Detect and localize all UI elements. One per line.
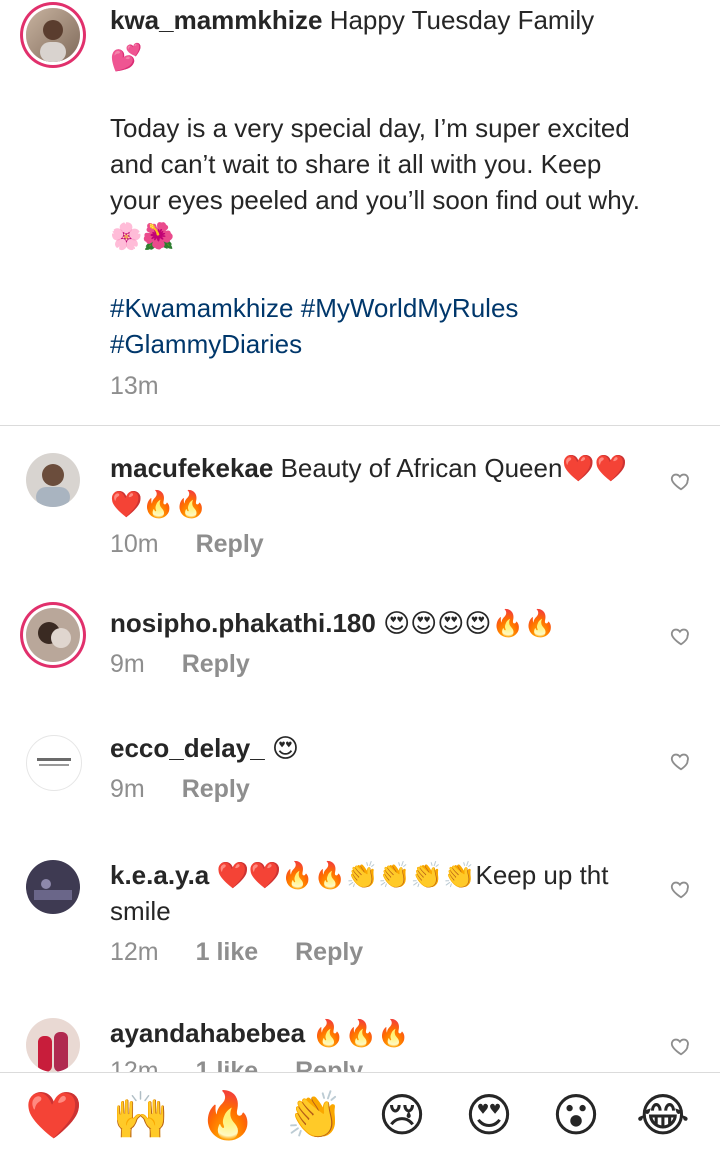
comment-text: 😍: [271, 733, 300, 763]
avatar[interactable]: [26, 608, 80, 662]
like-heart-icon[interactable]: [670, 1035, 692, 1057]
comment-time: 9m: [110, 775, 145, 803]
comment-item: nosipho.phakathi.180 😍😍😍😍🔥🔥 9m Reply: [0, 595, 720, 705]
comment-username[interactable]: macufekekae: [110, 453, 273, 483]
comment-item: macufekekae Beauty of African Queen❤️❤️❤…: [0, 440, 720, 570]
comment-item: ecco_delay_ 😍 9m Reply: [0, 720, 720, 830]
avatar[interactable]: [26, 8, 80, 62]
comment-username[interactable]: ecco_delay_: [110, 733, 265, 763]
comment-username[interactable]: k.e.a.y.a: [110, 860, 209, 890]
like-heart-icon[interactable]: [670, 625, 692, 647]
post-caption: kwa_mammkhize Happy Tuesday Family 💕 Tod…: [0, 0, 720, 425]
comment-username[interactable]: ayandahabebea: [110, 1018, 305, 1048]
quick-reactions-bar: ❤️ 🙌 🔥 👏 😢 😍 😮 😂: [0, 1072, 720, 1150]
divider: [0, 425, 720, 426]
react-surprised-icon[interactable]: 😮: [546, 1085, 606, 1145]
caption-username[interactable]: kwa_mammkhize: [110, 5, 322, 35]
avatar[interactable]: [26, 453, 80, 507]
hashtag-line-2[interactable]: #GlammyDiaries: [110, 326, 650, 362]
comment-likes[interactable]: 1 like: [196, 1057, 259, 1072]
comment-time: 9m: [110, 650, 145, 678]
comment-time: 12m: [110, 1057, 159, 1072]
react-clap-icon[interactable]: 👏: [285, 1085, 345, 1145]
like-heart-icon[interactable]: [670, 878, 692, 900]
react-crying-icon[interactable]: 😢: [372, 1085, 432, 1145]
comment-likes[interactable]: 1 like: [196, 938, 259, 966]
hashtag-line-1[interactable]: #Kwamamkhize #MyWorldMyRules: [110, 290, 650, 326]
reply-button[interactable]: Reply: [196, 530, 264, 558]
caption-first-line: Happy Tuesday Family: [329, 5, 595, 35]
avatar[interactable]: [26, 735, 82, 791]
avatar[interactable]: [26, 1018, 80, 1072]
comment-item: ayandahabebea 🔥🔥🔥 12m 1 like Reply: [0, 1005, 720, 1072]
react-raising-hands-icon[interactable]: 🙌: [111, 1085, 171, 1145]
comment-text: 🔥🔥🔥: [312, 1018, 410, 1048]
like-heart-icon[interactable]: [670, 470, 692, 492]
comment-time: 10m: [110, 530, 159, 558]
reply-button[interactable]: Reply: [182, 775, 250, 803]
like-heart-icon[interactable]: [670, 750, 692, 772]
caption-heart: 💕: [110, 43, 143, 73]
react-laughing-icon[interactable]: 😂: [633, 1085, 693, 1145]
reply-button[interactable]: Reply: [295, 938, 363, 966]
comment-username[interactable]: nosipho.phakathi.180: [110, 608, 376, 638]
avatar[interactable]: [26, 860, 80, 914]
caption-body: Today is a very special day, I’m super e…: [110, 113, 640, 251]
comment-item: k.e.a.y.a ❤️❤️🔥🔥👏👏👏👏Keep up tht smile 12…: [0, 845, 720, 985]
comment-time: 12m: [110, 938, 159, 966]
react-heart-icon[interactable]: ❤️: [24, 1085, 84, 1145]
react-heart-eyes-icon[interactable]: 😍: [459, 1085, 519, 1145]
reply-button[interactable]: Reply: [182, 650, 250, 678]
caption-time: 13m: [110, 372, 159, 400]
comment-text: 😍😍😍😍🔥🔥: [383, 608, 557, 638]
reply-button[interactable]: Reply: [295, 1057, 363, 1072]
react-fire-icon[interactable]: 🔥: [198, 1085, 258, 1145]
